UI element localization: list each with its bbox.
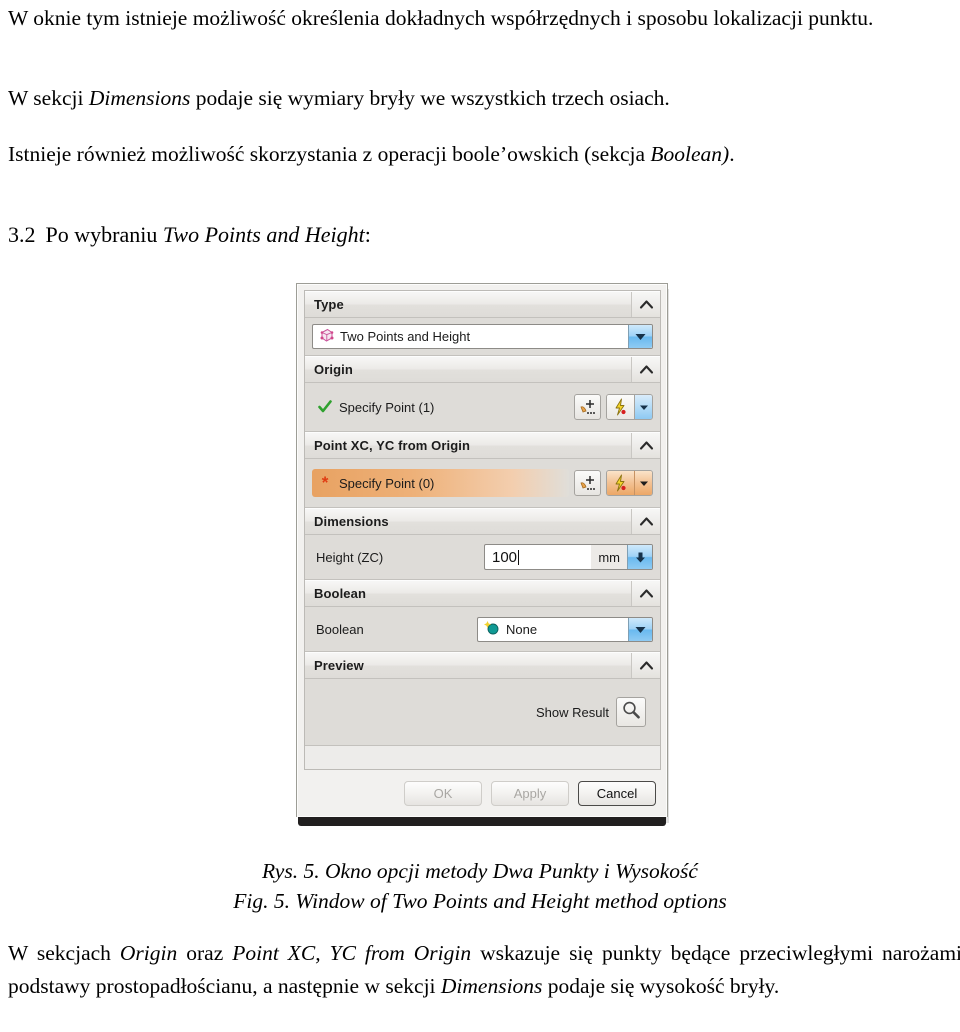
figure-caption: Rys. 5. Okno opcji metody Dwa Punkty i W… — [0, 857, 960, 916]
section-header-type[interactable]: Type — [305, 291, 660, 318]
chevron-up-icon[interactable] — [631, 357, 660, 382]
section-header-origin[interactable]: Origin — [305, 356, 660, 383]
chevron-up-icon[interactable] — [631, 653, 660, 678]
preview-row: Show Result — [312, 685, 653, 739]
chevron-down-icon[interactable] — [628, 325, 652, 348]
boolean-value: None — [506, 621, 538, 637]
boolean-row: Boolean None — [312, 613, 653, 645]
paragraph-4: W sekcjach Origin oraz Point XC, YC from… — [0, 937, 960, 1004]
height-input-group[interactable]: 100 mm — [484, 544, 653, 570]
down-arrow-icon[interactable] — [627, 545, 652, 569]
point-constructor-icon[interactable] — [574, 470, 601, 496]
point-constructor-icon[interactable] — [574, 394, 601, 420]
show-result-button[interactable] — [616, 697, 646, 727]
paragraph-4-emphasis-2: Point XC, YC from Origin — [232, 941, 472, 965]
section-heading: 3.2 Po wybraniu Two Points and Height: — [8, 222, 371, 248]
paragraph-4-a: W sekcjach — [8, 941, 120, 965]
point-xc-yc-specify-point-label: Specify Point (0) — [339, 475, 435, 491]
ok-button[interactable]: OK — [404, 780, 482, 806]
height-input[interactable]: 100 — [492, 549, 517, 566]
chevron-down-icon[interactable] — [634, 471, 652, 495]
green-check-icon — [318, 400, 332, 414]
height-unit-label: mm — [591, 545, 627, 569]
origin-specify-point-row[interactable]: Specify Point (1) — [312, 389, 653, 425]
paragraph-3-pre: Istnieje również możliwość skorzystania … — [8, 142, 651, 166]
origin-snap-point-button[interactable] — [606, 394, 653, 420]
boolean-field-label: Boolean — [316, 621, 364, 637]
height-row: Height (ZC) 100 mm — [312, 541, 653, 573]
section-heading-emphasis: Two Points and Height — [162, 222, 365, 247]
paragraph-4-emphasis-3: Dimensions — [440, 974, 543, 999]
section-header-preview[interactable]: Preview — [305, 652, 660, 679]
paragraph-3: Istnieje również możliwość skorzystania … — [0, 138, 960, 171]
boolean-none-icon — [484, 620, 500, 638]
text-caret — [518, 549, 520, 565]
figure-caption-line-1: Rys. 5. Okno opcji metody Dwa Punkty i W… — [262, 859, 698, 883]
dialog-frame: Type Two Points and Height Origin Specif… — [296, 283, 668, 817]
dialog-bottom-shadow — [298, 817, 666, 826]
section-heading-post: : — [364, 222, 371, 247]
section-body-point-xc-yc: * Specify Point (0) — [305, 459, 660, 508]
red-asterisk-icon: * — [321, 473, 329, 492]
boolean-combobox[interactable]: None — [477, 616, 653, 642]
paragraph-2: W sekcji Dimensions podaje się wymiary b… — [0, 82, 960, 115]
paragraph-2-post: podaje się wymiary bryły we wszystkich t… — [190, 86, 670, 110]
section-title-point-xc-yc: Point XC, YC from Origin — [314, 438, 471, 453]
section-title-origin: Origin — [314, 362, 353, 377]
figure-caption-line-2: Fig. 5. Window of Two Points and Height … — [233, 888, 727, 913]
origin-specify-point-label: Specify Point (1) — [339, 399, 435, 415]
block-cube-icon — [319, 328, 334, 346]
paragraph-1: W oknie tym istnieje możliwość określeni… — [8, 6, 874, 30]
chevron-up-icon[interactable] — [631, 433, 660, 458]
apply-button[interactable]: Apply — [491, 780, 569, 806]
chevron-down-icon[interactable] — [628, 617, 652, 641]
magnifier-icon — [621, 700, 641, 725]
height-label: Height (ZC) — [316, 549, 384, 565]
section-header-boolean[interactable]: Boolean — [305, 580, 660, 607]
paragraph-2-emphasis: Dimensions — [88, 86, 191, 110]
snap-point-lightning-icon[interactable] — [607, 395, 634, 419]
section-body-type: Two Points and Height — [305, 318, 660, 356]
section-title-type: Type — [314, 297, 344, 312]
type-combobox[interactable]: Two Points and Height — [312, 324, 653, 349]
section-title-boolean: Boolean — [314, 586, 366, 601]
section-body-origin: Specify Point (1) — [305, 383, 660, 432]
point-xc-yc-snap-point-button[interactable] — [606, 470, 653, 496]
dialog-footer: OK Apply Cancel — [304, 774, 661, 812]
paragraph-4-emphasis-1: Origin — [119, 941, 178, 965]
paragraph-4-d: podaje się wysokość bryły. — [542, 974, 780, 999]
section-heading-number: 3.2 — [8, 222, 36, 247]
paragraph-2-pre: W sekcji — [8, 86, 89, 110]
chevron-down-icon[interactable] — [634, 395, 652, 419]
paragraph-3-emphasis: Boolean) — [650, 142, 730, 166]
section-body-boolean: Boolean None — [305, 607, 660, 652]
chevron-up-icon[interactable] — [631, 292, 660, 317]
chevron-up-icon[interactable] — [631, 581, 660, 606]
paragraph-4-b: oraz — [177, 941, 233, 965]
section-body-dimensions: Height (ZC) 100 mm — [305, 535, 660, 580]
section-title-preview: Preview — [314, 658, 364, 673]
nx-dialog-window: Type Two Points and Height Origin Specif… — [296, 283, 669, 828]
snap-point-lightning-icon[interactable] — [607, 471, 634, 495]
section-header-dimensions[interactable]: Dimensions — [305, 508, 660, 535]
section-body-preview: Show Result — [305, 679, 660, 746]
show-result-label: Show Result — [536, 704, 609, 720]
cancel-button[interactable]: Cancel — [578, 780, 656, 806]
section-heading-pre: Po wybraniu — [45, 222, 163, 247]
dialog-content-area: Type Two Points and Height Origin Specif… — [304, 290, 661, 770]
section-title-dimensions: Dimensions — [314, 514, 389, 529]
chevron-up-icon[interactable] — [631, 509, 660, 534]
paragraph-3-post: . — [729, 142, 735, 166]
section-header-point-xc-yc[interactable]: Point XC, YC from Origin — [305, 432, 660, 459]
type-combobox-value: Two Points and Height — [340, 329, 471, 344]
point-xc-yc-specify-point-row[interactable]: * Specify Point (0) — [312, 465, 653, 501]
